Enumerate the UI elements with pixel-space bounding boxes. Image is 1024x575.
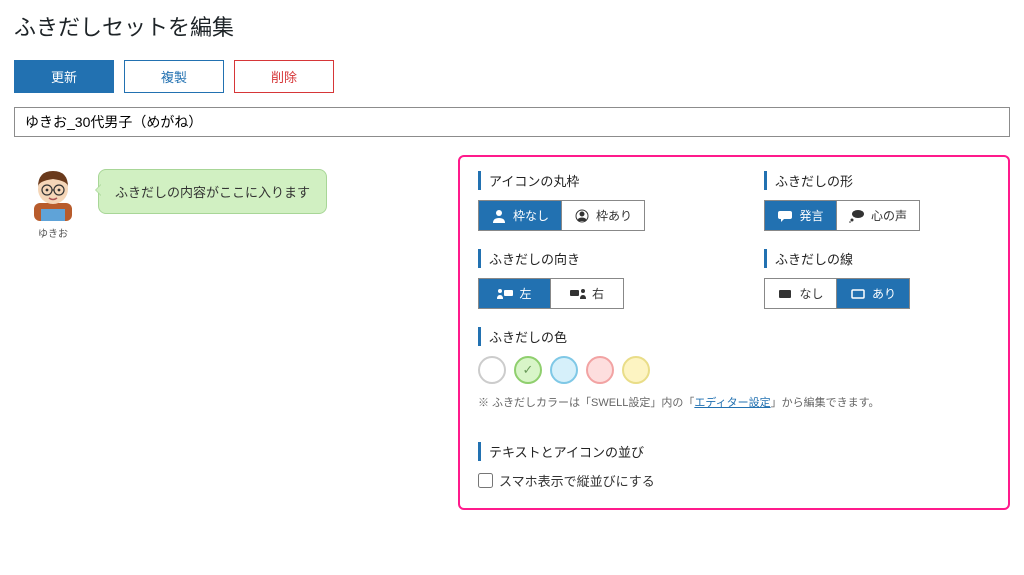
label-direction: ふきだしの向き — [478, 249, 704, 268]
update-button[interactable]: 更新 — [14, 60, 114, 93]
color-swatch-3[interactable] — [586, 356, 614, 384]
preview-area: ゆきお ふきだしの内容がここに入ります — [14, 155, 444, 240]
delete-button[interactable]: 削除 — [234, 60, 334, 93]
opt-label: 左 — [519, 285, 531, 302]
align-vertical-checkbox[interactable] — [478, 473, 493, 488]
opt-label: あり — [872, 285, 896, 302]
label-border: ふきだしの線 — [764, 249, 990, 268]
align-checkbox-label: スマホ表示で縦並びにする — [499, 471, 655, 490]
person-bubble-right-icon — [570, 287, 586, 301]
color-swatch-4[interactable] — [622, 356, 650, 384]
opt-label: なし — [799, 285, 823, 302]
thought-icon — [849, 209, 865, 223]
opt-label: 右 — [592, 285, 604, 302]
border-none[interactable]: なし — [765, 279, 837, 308]
field-align: テキストとアイコンの並び スマホ表示で縦並びにする — [478, 442, 990, 490]
align-checkbox-row[interactable]: スマホ表示で縦並びにする — [478, 471, 990, 490]
field-border: ふきだしの線 なし あり — [764, 249, 990, 309]
speech-icon — [777, 209, 793, 223]
label-icon-frame: アイコンの丸枠 — [478, 171, 704, 190]
shape-think[interactable]: 心の声 — [837, 201, 919, 230]
avatar-image — [24, 163, 82, 221]
person-bubble-left-icon — [497, 287, 513, 301]
action-bar: 更新 複製 削除 — [14, 60, 1010, 93]
color-swatch-2[interactable] — [550, 356, 578, 384]
set-name-input[interactable] — [14, 107, 1010, 137]
field-shape: ふきだしの形 発言 心の声 — [764, 171, 990, 231]
color-hint: ※ ふきだしカラーは「SWELL設定」内の「エディター設定」から編集できます。 — [478, 394, 990, 410]
icon-frame-none[interactable]: 枠なし — [479, 201, 562, 230]
settings-panel: アイコンの丸枠 枠なし 枠あり — [458, 155, 1010, 510]
direction-right[interactable]: 右 — [551, 279, 623, 308]
direction-left[interactable]: 左 — [479, 279, 551, 308]
avatar-label: ゆきお — [38, 225, 68, 240]
border-yes[interactable]: あり — [837, 279, 909, 308]
color-swatch-0[interactable] — [478, 356, 506, 384]
page-title: ふきだしセットを編集 — [14, 10, 1010, 42]
label-color: ふきだしの色 — [478, 327, 990, 346]
field-direction: ふきだしの向き 左 右 — [478, 249, 704, 309]
editor-settings-link[interactable]: エディター設定 — [694, 397, 770, 409]
label-shape: ふきだしの形 — [764, 171, 990, 190]
field-icon-frame: アイコンの丸枠 枠なし 枠あり — [478, 171, 704, 231]
color-swatches — [478, 356, 990, 384]
icon-frame-yes[interactable]: 枠あり — [562, 201, 644, 230]
person-circle-icon — [574, 209, 590, 223]
person-icon — [491, 209, 507, 223]
opt-label: 枠あり — [596, 207, 632, 224]
opt-label: 心の声 — [871, 207, 907, 224]
rect-outline-icon — [850, 287, 866, 301]
shape-speak[interactable]: 発言 — [765, 201, 837, 230]
speech-bubble: ふきだしの内容がここに入ります — [98, 169, 327, 214]
field-color: ふきだしの色 ※ ふきだしカラーは「SWELL設定」内の「エディター設定」から編… — [478, 327, 990, 410]
label-align: テキストとアイコンの並び — [478, 442, 990, 461]
opt-label: 発言 — [799, 207, 823, 224]
color-swatch-1[interactable] — [514, 356, 542, 384]
duplicate-button[interactable]: 複製 — [124, 60, 224, 93]
opt-label: 枠なし — [513, 207, 549, 224]
rect-filled-icon — [777, 287, 793, 301]
